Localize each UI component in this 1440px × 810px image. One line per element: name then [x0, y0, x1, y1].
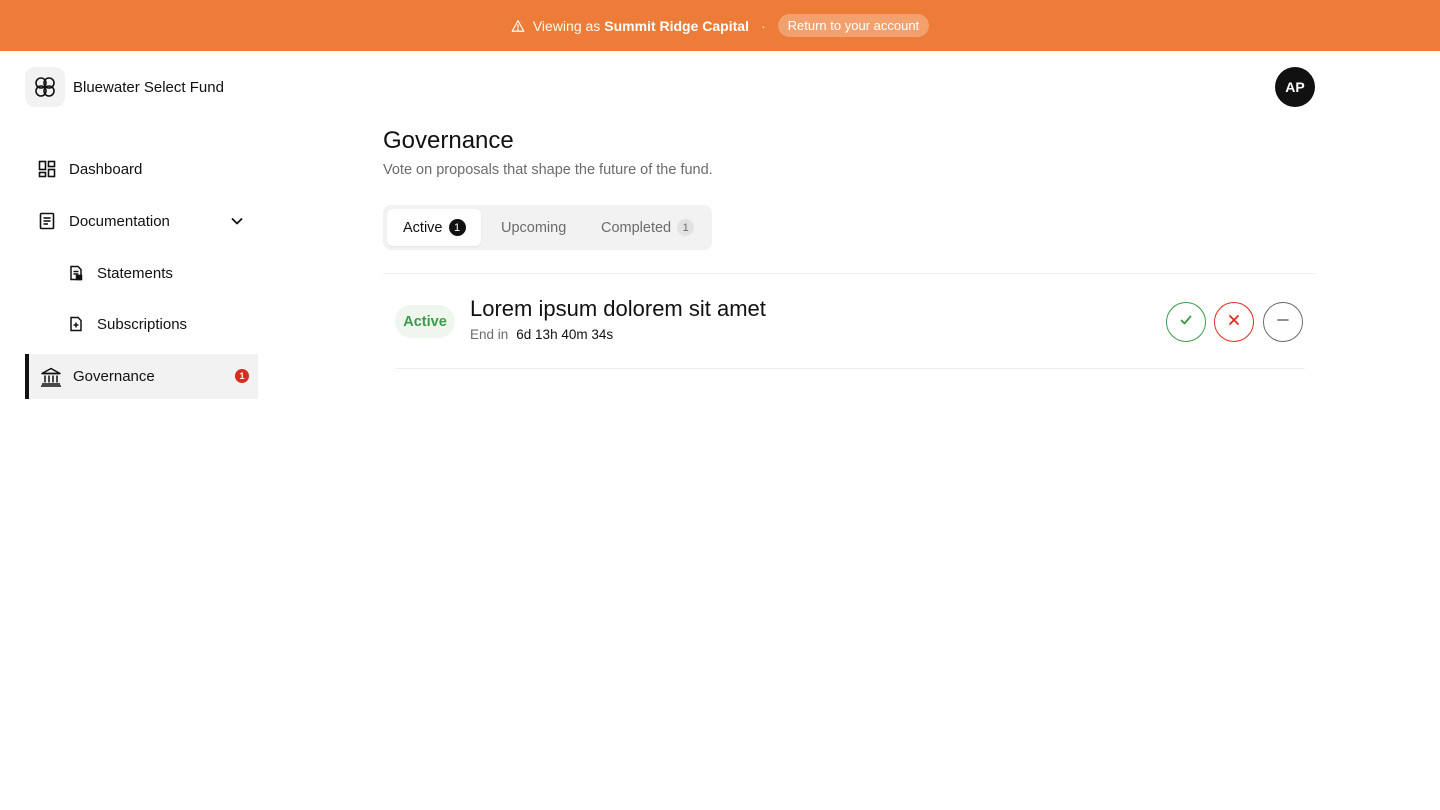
impersonated-org-name: Summit Ridge Capital — [604, 17, 749, 34]
tab-count-badge: 1 — [677, 219, 695, 236]
sidebar-item-label: Governance — [73, 368, 155, 385]
tab-active[interactable]: Active 1 — [387, 209, 481, 246]
dashboard-icon — [37, 159, 57, 179]
return-to-account-button[interactable]: Return to your account — [777, 14, 930, 37]
chevron-down-icon[interactable] — [229, 213, 245, 229]
sidebar-item-label: Documentation — [69, 212, 170, 230]
impersonation-banner: Viewing as Summit Ridge Capital · Return… — [0, 0, 1440, 51]
abstain-icon — [1276, 313, 1290, 332]
reject-icon — [1227, 313, 1241, 332]
user-avatar[interactable]: AP — [1275, 67, 1315, 107]
warning-icon — [511, 19, 525, 33]
proposal-title[interactable]: Lorem ipsum dolorem sit amet — [470, 296, 766, 322]
document-icon — [37, 211, 57, 231]
sidebar-item-statements[interactable]: Statements — [67, 262, 173, 284]
sidebar-item-label: Dashboard — [69, 160, 143, 178]
vote-abstain-button[interactable] — [1263, 302, 1303, 342]
divider — [395, 368, 1305, 369]
tab-label: Completed — [601, 219, 672, 236]
proposal-countdown: End in 6d 13h 40m 34s — [470, 327, 613, 342]
viewing-as-label: Viewing as — [532, 17, 601, 34]
fund-name: Bluewater Select Fund — [73, 78, 224, 96]
bank-icon — [40, 366, 62, 388]
divider — [383, 273, 1315, 274]
sidebar-item-label: Subscriptions — [97, 315, 188, 333]
sidebar-item-label: Statements — [97, 264, 173, 282]
sidebar-item-dashboard[interactable]: Dashboard — [37, 158, 142, 180]
brand[interactable]: Bluewater Select Fund — [25, 67, 224, 107]
page-title: Governance — [383, 127, 514, 154]
tab-completed[interactable]: Completed 1 — [585, 209, 710, 246]
banner-separator: · — [760, 17, 766, 34]
notification-badge: 1 — [235, 369, 249, 383]
tab-upcoming[interactable]: Upcoming — [485, 209, 582, 246]
tab-count-badge: 1 — [448, 219, 466, 236]
status-badge: Active — [395, 305, 455, 338]
approve-icon — [1179, 313, 1193, 332]
fund-logo-icon — [25, 67, 65, 107]
vote-approve-button[interactable] — [1166, 302, 1206, 342]
end-time-value: 6d 13h 40m 34s — [516, 327, 614, 342]
page-subtitle: Vote on proposals that shape the future … — [383, 162, 713, 178]
tab-label: Upcoming — [501, 219, 567, 236]
statements-icon — [67, 264, 85, 282]
end-in-label: End in — [470, 327, 509, 342]
sidebar-item-documentation[interactable]: Documentation — [37, 210, 245, 232]
vote-reject-button[interactable] — [1214, 302, 1254, 342]
proposal-tabs: Active 1 Upcoming Completed 1 — [383, 205, 712, 250]
tab-label: Active — [403, 219, 443, 236]
subscriptions-icon — [67, 315, 85, 333]
sidebar-item-subscriptions[interactable]: Subscriptions — [67, 313, 187, 335]
sidebar-item-governance[interactable]: Governance 1 — [25, 354, 258, 399]
